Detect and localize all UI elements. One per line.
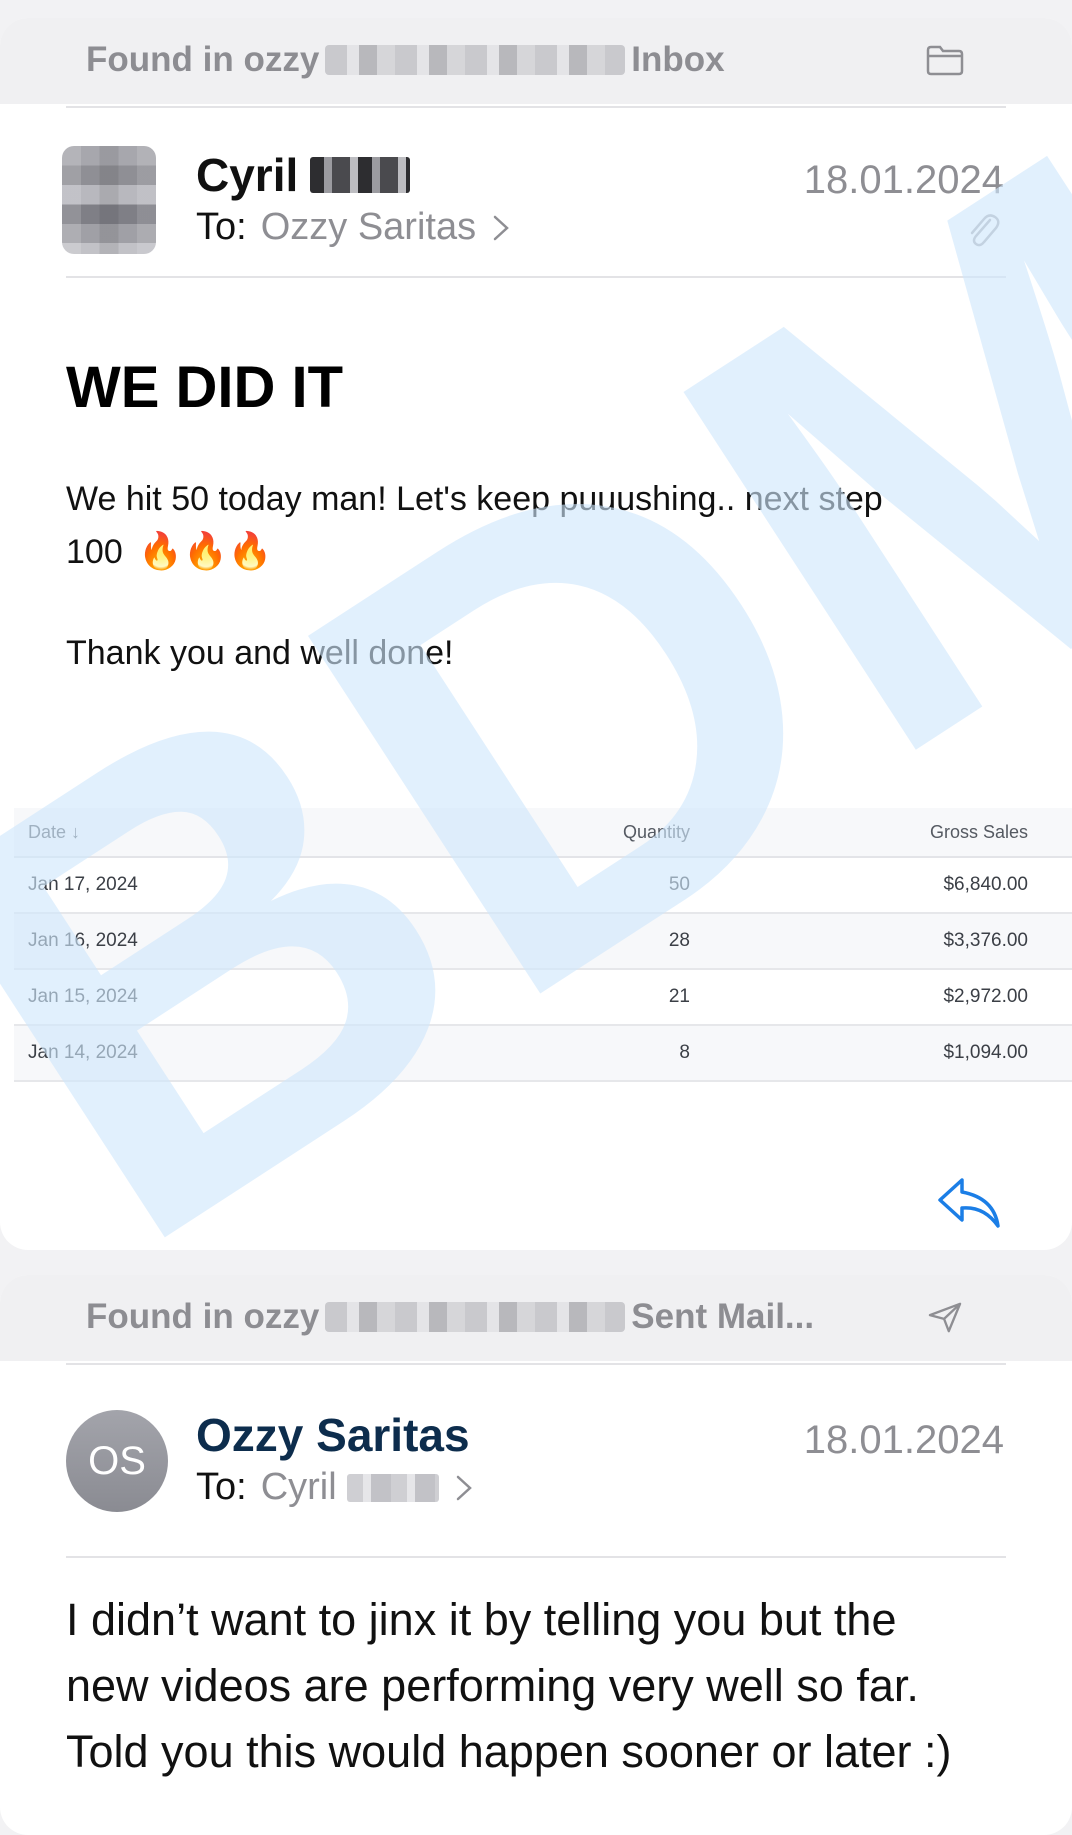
redacted-surname: [310, 157, 411, 193]
body-line: Told you this would happen sooner or lat…: [66, 1726, 952, 1777]
column-header-gross-sales[interactable]: Gross Sales: [700, 808, 1072, 858]
email-subject: WE DID IT: [66, 355, 344, 420]
to-label: To:: [196, 1466, 247, 1508]
found-prefix: Found in ozzy: [86, 1297, 320, 1336]
table-row: Jan 16, 2024 28 $3,376.00: [14, 913, 1072, 970]
found-in-label: Found in ozzy Inbox: [86, 40, 725, 80]
cell-date: Jan 14, 2024: [14, 1025, 489, 1082]
reply-icon[interactable]: [936, 1176, 1002, 1230]
body-line: 100 🔥🔥🔥: [66, 530, 273, 572]
mailbox-name: Inbox: [631, 40, 725, 79]
body-line: Thank you and well done!: [66, 634, 454, 672]
avatar: [62, 146, 156, 254]
to-label: To:: [196, 206, 247, 248]
found-in-label: Found in ozzy Sent Mail...: [86, 1297, 814, 1337]
cell-date: Jan 15, 2024: [14, 969, 489, 1026]
cell-gross-sales: $6,840.00: [700, 857, 1072, 914]
recipient-line[interactable]: To: Cyril: [196, 1466, 473, 1509]
redacted-surname: [346, 1473, 439, 1502]
cell-gross-sales: $2,972.00: [700, 969, 1072, 1026]
sender-name[interactable]: Ozzy Saritas: [196, 1408, 470, 1462]
divider: [66, 106, 1006, 108]
mailbox-name: Sent Mail...: [631, 1297, 815, 1336]
redacted-address: [325, 1302, 626, 1332]
body-line: new videos are performing very well so f…: [66, 1660, 919, 1711]
sales-table: Date ↓ Quantity Gross Sales Jan 17, 2024…: [14, 808, 1072, 1082]
body-text: 100: [66, 533, 123, 571]
table-row: Jan 14, 2024 8 $1,094.00: [14, 1025, 1072, 1082]
cell-quantity: 8: [489, 1025, 700, 1082]
email-date: 18.01.2024: [803, 158, 1004, 202]
paperclip-icon[interactable]: [966, 210, 1000, 252]
cell-quantity: 50: [489, 857, 700, 914]
cell-gross-sales: $3,376.00: [700, 913, 1072, 970]
send-icon[interactable]: [926, 1301, 964, 1333]
chevron-right-icon: [456, 1475, 472, 1500]
found-prefix: Found in ozzy: [86, 40, 320, 79]
divider: [66, 276, 1006, 278]
divider: [66, 1363, 1006, 1365]
column-header-quantity[interactable]: Quantity: [489, 808, 700, 858]
folder-icon[interactable]: [926, 44, 964, 76]
recipient-line[interactable]: To: Ozzy Saritas: [196, 206, 510, 249]
fire-emoji: 🔥🔥🔥: [138, 530, 273, 571]
recipient-name: Cyril: [260, 1466, 337, 1508]
sender-full-name: Ozzy Saritas: [196, 1409, 470, 1461]
recipient-name: Ozzy Saritas: [260, 206, 477, 248]
cell-gross-sales: $1,094.00: [700, 1025, 1072, 1082]
cell-quantity: 21: [489, 969, 700, 1026]
redacted-address: [325, 45, 626, 75]
email-date: 18.01.2024: [803, 1418, 1004, 1462]
body-line: I didn’t want to jinx it by telling you …: [66, 1594, 897, 1645]
body-line: We hit 50 today man! Let's keep puuushin…: [66, 480, 883, 518]
email-card-inbox: Found in ozzy Inbox Cyril To: Ozzy Sarit…: [0, 18, 1072, 1250]
cell-date: Jan 16, 2024: [14, 913, 489, 970]
avatar-initials: OS: [88, 1438, 146, 1483]
avatar: OS: [66, 1410, 168, 1512]
table-header-row: Date ↓ Quantity Gross Sales: [14, 808, 1072, 858]
column-header-date[interactable]: Date ↓: [14, 808, 489, 858]
chevron-right-icon: [493, 215, 509, 240]
cell-quantity: 28: [489, 913, 700, 970]
found-in-bar[interactable]: Found in ozzy Sent Mail...: [0, 1275, 1072, 1361]
divider: [66, 1556, 1006, 1558]
table-row: Jan 15, 2024 21 $2,972.00: [14, 969, 1072, 1026]
sender-name[interactable]: Cyril: [196, 148, 411, 202]
table-row: Jan 17, 2024 50 $6,840.00: [14, 857, 1072, 914]
sender-first-name: Cyril: [196, 149, 299, 201]
found-in-bar[interactable]: Found in ozzy Inbox: [0, 18, 1072, 104]
cell-date: Jan 17, 2024: [14, 857, 489, 914]
